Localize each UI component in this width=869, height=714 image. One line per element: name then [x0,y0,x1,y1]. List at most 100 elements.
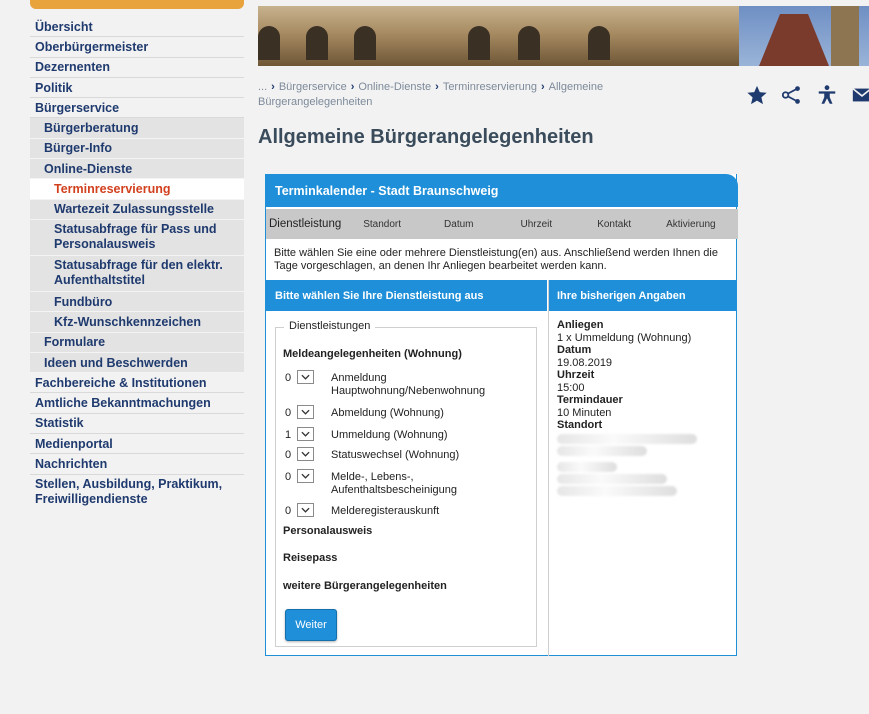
service-quantity: 0 [285,471,292,483]
header-image-window [468,26,490,60]
chevron-right-icon: › [271,81,275,93]
sidebar-item-fundbuero[interactable]: Fundbüro [30,291,244,313]
step-kontakt: Kontakt [597,218,632,230]
breadcrumb-buergerservice[interactable]: Bürgerservice [279,81,347,93]
sidebar-item-stellen[interactable]: Stellen, Ausbildung, Praktikum, Freiwill… [30,475,244,510]
sidebar-item-dezernenten[interactable]: Dezernenten [30,58,244,78]
sidebar-item-medienportal[interactable]: Medienportal [30,434,244,455]
calendar-title: Terminkalender - Stadt Braunschweig [266,174,738,207]
service-label: Statuswechsel (Wohnung) [331,449,460,461]
intro-text: Bitte wählen Sie eine oder mehrere Diens… [274,247,718,272]
summary-dauer-value: 10 Minuten [557,406,612,419]
sidebar-item-buergerberatung[interactable]: Bürgerberatung [30,118,244,139]
sidebar-item-uebersicht[interactable]: Übersicht [30,17,244,38]
chevron-down-icon [301,473,310,479]
weiter-button[interactable]: Weiter [285,609,337,641]
sidebar-item-terminreservierung[interactable]: Terminreservierung [30,179,244,200]
step-datum: Datum [444,218,474,230]
sidebar-item-wartezeit[interactable]: Wartezeit Zulassungsstelle [30,199,244,220]
star-icon[interactable] [746,84,768,106]
service-row-ummeldung: 1 Ummeldung (Wohnung) [285,427,448,442]
service-label: Ummeldung (Wohnung) [331,429,448,441]
group-weitere[interactable]: weitere Bürgerangelegenheiten [283,580,447,592]
sidebar-item-online-dienste[interactable]: Online-Dienste [30,159,244,180]
quantity-select[interactable] [297,447,314,461]
chevron-down-icon [301,409,310,415]
service-quantity: 0 [285,372,292,384]
summary-datum-value: 19.08.2019 [557,356,613,369]
group-reisepass[interactable]: Reisepass [283,552,337,564]
chevron-down-icon [301,451,310,457]
service-row-melderegisterauskunft: 0 Melderegisterauskunft [285,503,439,518]
chevron-right-icon: › [435,81,439,93]
summary-anliegen-value: 1 x Ummeldung (Wohnung) [557,331,692,344]
service-label: Melderegisterauskunft [331,505,440,517]
summary-datum-label: Datum [557,344,592,356]
summary-dauer-label: Termindauer [557,394,623,406]
header-image-tower [831,6,859,66]
page-title: Allgemeine Bürgerangelegenheiten [258,126,594,148]
sidebar-item-status-aufenthaltstitel[interactable]: Statusabfrage für den elektr. Aufenthalt… [30,255,244,292]
terminkalender-panel: Terminkalender - Stadt Braunschweig Dien… [265,174,738,656]
redacted-text [557,473,667,484]
service-row-anmeldung: 0 Anmeldung Hauptwohnung/Nebenwohnung [285,370,501,398]
column-divider [548,280,549,656]
accessibility-icon[interactable] [816,84,838,106]
summary-header: Ihre bisherigen Angaben [549,280,737,311]
service-selection-header: Bitte wählen Sie Ihre Dienstleistung aus [266,280,547,311]
redacted-text [557,433,697,444]
summary-anliegen-label: Anliegen [557,319,604,331]
chevron-down-icon [301,507,310,513]
step-dienstleistung: Dienstleistung [269,218,342,230]
service-label: Abmeldung (Wohnung) [331,407,444,419]
redacted-text [557,485,677,496]
sidebar-item-fachbereiche[interactable]: Fachbereiche & Institutionen [30,373,244,394]
quantity-select[interactable] [297,427,314,441]
header-image-window [306,26,328,60]
header-image-window [518,26,540,60]
chevron-down-icon [301,374,310,380]
header-image-window [354,26,376,60]
sidebar-item-ideen-beschwerden[interactable]: Ideen und Beschwerden [30,352,244,374]
quantity-select[interactable] [297,503,314,517]
step-aktivierung: Aktivierung [666,218,716,230]
breadcrumb-ellipsis[interactable]: ... [258,81,267,93]
sidebar-item-formulare[interactable]: Formulare [30,332,244,353]
sidebar-item-bekanntmachungen[interactable]: Amtliche Bekanntmachungen [30,393,244,414]
service-label: Melde-, Lebens-, Aufenthaltsbescheinigun… [331,471,457,496]
step-standort: Standort [363,218,402,230]
sidebar-item-politik[interactable]: Politik [30,78,244,99]
services-legend: Dienstleistungen [284,320,376,332]
summary-panel: Anliegen 1 x Ummeldung (Wohnung) Datum 1… [557,319,732,498]
quantity-select[interactable] [297,469,314,483]
service-row-abmeldung: 0 Abmeldung (Wohnung) [285,405,444,420]
summary-uhrzeit-label: Uhrzeit [557,369,595,381]
quantity-select[interactable] [297,405,314,419]
sidebar-item-buerger-info[interactable]: Bürger-Info [30,138,244,160]
page-tools [746,84,869,106]
header-image-window [258,26,280,60]
quantity-select[interactable] [297,370,314,384]
step-uhrzeit: Uhrzeit [520,218,553,230]
share-icon[interactable] [781,84,803,106]
mail-icon[interactable] [851,84,869,106]
service-row-statuswechsel: 0 Statuswechsel (Wohnung) [285,447,459,462]
step-indicator: Dienstleistung Standort Datum Uhrzeit Ko… [266,209,738,239]
service-label: Anmeldung Hauptwohnung/Nebenwohnung [331,372,486,397]
redacted-text [557,461,617,472]
breadcrumb-online-dienste[interactable]: Online-Dienste [358,81,431,93]
sidebar-item-nachrichten[interactable]: Nachrichten [30,454,244,475]
sidebar-item-kfz-wunschkennzeichen[interactable]: Kfz-Wunschkennzeichen [30,312,244,333]
sidebar-item-buergerservice[interactable]: Bürgerservice [30,98,244,119]
sidebar-item-oberbuergermeister[interactable]: Oberbürgermeister [30,37,244,58]
breadcrumb-terminreservierung[interactable]: Terminreservierung [443,81,537,93]
breadcrumb: ... › Bürgerservice › Online-Dienste › Terminr… [258,80,688,110]
group-personalausweis[interactable]: Personalausweis [283,525,372,537]
header-image [258,6,869,66]
sidebar-item-status-pass[interactable]: Statusabfrage für Pass und Personalauswe… [30,219,244,256]
service-row-bescheinigung: 0 Melde-, Lebens-, Aufenthaltsbescheinig… [285,469,481,497]
summary-uhrzeit-value: 15:00 [557,381,585,394]
chevron-down-icon [301,431,310,437]
sidebar-nav: Übersicht Oberbürgermeister Dezernenten … [30,17,244,510]
sidebar-item-statistik[interactable]: Statistik [30,414,244,435]
